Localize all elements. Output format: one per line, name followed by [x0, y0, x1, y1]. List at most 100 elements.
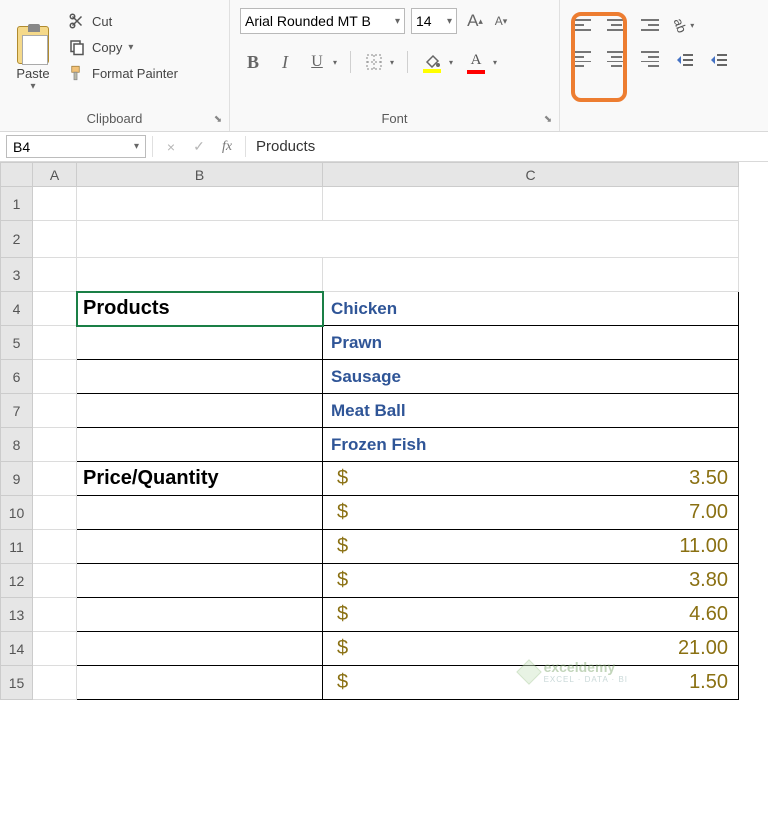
cell[interactable]: $4.60: [323, 598, 739, 632]
cell[interactable]: $7.00: [323, 496, 739, 530]
cell[interactable]: Price/Quantity: [77, 462, 323, 496]
row-header[interactable]: 3: [1, 258, 33, 292]
cell[interactable]: Chicken: [323, 292, 739, 326]
bold-button[interactable]: B: [240, 48, 266, 76]
chevron-down-icon[interactable]: ▾: [490, 58, 500, 67]
fill-color-button[interactable]: [418, 48, 446, 76]
cut-button[interactable]: Cut: [64, 10, 182, 32]
cell[interactable]: [77, 360, 323, 394]
paste-button[interactable]: Paste ▾: [8, 6, 58, 111]
dialog-launcher-icon[interactable]: ⬊: [542, 114, 554, 126]
font-size-combo[interactable]: 14 ▾: [411, 8, 457, 34]
enter-button[interactable]: ✓: [187, 138, 211, 155]
cell[interactable]: [33, 221, 77, 258]
cell[interactable]: Prawn: [323, 326, 739, 360]
cell[interactable]: $3.50: [323, 462, 739, 496]
format-painter-button[interactable]: Format Painter: [64, 62, 182, 84]
cell[interactable]: [33, 564, 77, 598]
chevron-down-icon[interactable]: ▾: [446, 58, 456, 67]
cell[interactable]: [33, 598, 77, 632]
decrease-font-button[interactable]: A▾: [489, 9, 513, 33]
cell[interactable]: [77, 632, 323, 666]
annotation-highlight: [571, 12, 627, 102]
cell[interactable]: [33, 496, 77, 530]
increase-indent-button[interactable]: [704, 46, 732, 72]
cell[interactable]: [77, 666, 323, 700]
currency-symbol: $: [337, 603, 348, 626]
cell[interactable]: [33, 530, 77, 564]
paintbrush-icon: [68, 64, 86, 82]
cell[interactable]: [323, 258, 739, 292]
row-header[interactable]: 15: [1, 666, 33, 700]
cell[interactable]: [77, 496, 323, 530]
row-header[interactable]: 12: [1, 564, 33, 598]
cell[interactable]: [33, 187, 77, 221]
cell[interactable]: [77, 187, 323, 221]
row-header[interactable]: 13: [1, 598, 33, 632]
name-box[interactable]: B4 ▾: [6, 135, 146, 158]
cell-selected[interactable]: Products: [77, 292, 323, 326]
row-header[interactable]: 10: [1, 496, 33, 530]
font-group-label: Font: [238, 111, 551, 129]
decrease-indent-button[interactable]: [670, 46, 698, 72]
cell[interactable]: [33, 326, 77, 360]
row-header[interactable]: 9: [1, 462, 33, 496]
cell[interactable]: [77, 598, 323, 632]
cell[interactable]: $3.80: [323, 564, 739, 598]
row-header[interactable]: 14: [1, 632, 33, 666]
cell[interactable]: [33, 632, 77, 666]
underline-button[interactable]: U: [304, 48, 330, 76]
copy-button[interactable]: Copy ▾: [64, 36, 182, 58]
fx-button[interactable]: fx: [215, 139, 239, 155]
row-header[interactable]: 4: [1, 292, 33, 326]
cell[interactable]: [77, 428, 323, 462]
cell[interactable]: [77, 326, 323, 360]
cell[interactable]: [33, 666, 77, 700]
italic-button[interactable]: I: [272, 48, 298, 76]
cell[interactable]: [33, 292, 77, 326]
column-header[interactable]: B: [77, 163, 323, 187]
column-header[interactable]: A: [33, 163, 77, 187]
cell[interactable]: [77, 564, 323, 598]
chevron-down-icon[interactable]: ▾: [330, 58, 340, 67]
font-color-button[interactable]: A: [462, 48, 490, 76]
row-header[interactable]: 7: [1, 394, 33, 428]
row-header[interactable]: 8: [1, 428, 33, 462]
borders-button[interactable]: [361, 48, 387, 76]
formula-input[interactable]: Products: [246, 132, 768, 161]
row-header[interactable]: 11: [1, 530, 33, 564]
scissors-icon: [68, 12, 86, 30]
cell[interactable]: [33, 394, 77, 428]
banner-cell[interactable]: Run a VBA Code to Center Text Horizontal…: [77, 221, 739, 258]
cell[interactable]: [77, 394, 323, 428]
row-header[interactable]: 1: [1, 187, 33, 221]
column-header[interactable]: C: [323, 163, 739, 187]
cell[interactable]: Sausage: [323, 360, 739, 394]
price-value: 7.00: [689, 501, 728, 524]
cell[interactable]: [323, 187, 739, 221]
cell[interactable]: [33, 462, 77, 496]
cell[interactable]: [77, 258, 323, 292]
cell[interactable]: Meat Ball: [323, 394, 739, 428]
price-value: 3.50: [689, 467, 728, 490]
cell[interactable]: [33, 360, 77, 394]
select-all-corner[interactable]: [1, 163, 33, 187]
orientation-button[interactable]: ab ▾: [670, 12, 700, 38]
font-color-a: A: [471, 52, 482, 69]
cell[interactable]: [77, 530, 323, 564]
cancel-button[interactable]: ×: [159, 139, 183, 155]
cell[interactable]: [33, 428, 77, 462]
row-header[interactable]: 5: [1, 326, 33, 360]
row-header[interactable]: 2: [1, 221, 33, 258]
cell[interactable]: $11.00: [323, 530, 739, 564]
increase-font-button[interactable]: A▴: [463, 9, 487, 33]
cell[interactable]: [33, 258, 77, 292]
formula-bar: B4 ▾ × ✓ fx Products: [0, 132, 768, 162]
dialog-launcher-icon[interactable]: ⬊: [212, 114, 224, 126]
align-right-button[interactable]: [636, 46, 664, 72]
font-name-combo[interactable]: Arial Rounded MT B ▾: [240, 8, 405, 34]
align-bottom-button[interactable]: [636, 12, 664, 38]
row-header[interactable]: 6: [1, 360, 33, 394]
cell[interactable]: Frozen Fish: [323, 428, 739, 462]
chevron-down-icon[interactable]: ▾: [387, 58, 397, 67]
